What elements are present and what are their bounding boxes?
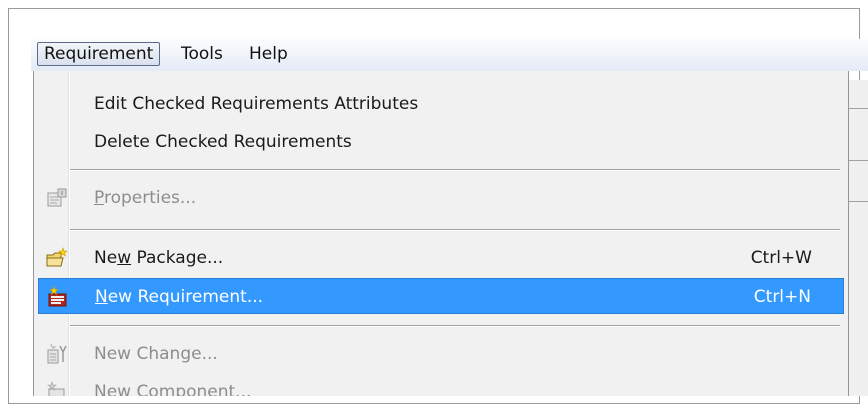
menu-requirement[interactable]: Requirement xyxy=(37,42,161,66)
new-component-icon xyxy=(46,381,68,396)
menu-item-new-change[interactable]: New Change... xyxy=(38,336,844,372)
menu-item-label: Properties... xyxy=(94,188,197,208)
menu-separator xyxy=(70,169,840,171)
background-window-edge xyxy=(849,80,868,396)
menu-item-label: Delete Checked Requirements xyxy=(94,132,352,152)
properties-icon xyxy=(46,187,68,209)
menu-bar: Requirement Tools Help xyxy=(31,39,868,71)
menu-item-new-package[interactable]: New Package... Ctrl+W xyxy=(38,240,844,276)
menu-item-new-component[interactable]: New Component... xyxy=(38,374,844,396)
menu-item-shortcut: Ctrl+W xyxy=(750,248,812,268)
menu-separator xyxy=(70,325,840,327)
screenshot-frame: Requirement Tools Help Edit Checked Requ… xyxy=(8,8,868,404)
menu-separator xyxy=(70,229,840,231)
new-requirement-icon xyxy=(47,285,69,308)
new-change-icon xyxy=(46,343,68,365)
menu-item-new-requirement[interactable]: New Requirement... Ctrl+N xyxy=(38,278,844,314)
requirement-dropdown-menu: Edit Checked Requirements Attributes Del… xyxy=(33,71,849,396)
menu-tools[interactable]: Tools xyxy=(175,42,229,66)
menu-item-label: New Change... xyxy=(94,344,218,364)
menu-item-edit-checked-attributes[interactable]: Edit Checked Requirements Attributes xyxy=(38,86,844,122)
application-window: Requirement Tools Help Edit Checked Requ… xyxy=(31,39,868,396)
new-package-icon xyxy=(46,247,68,269)
menu-item-properties[interactable]: Properties... xyxy=(38,180,844,216)
menu-item-label: New Component... xyxy=(94,382,252,396)
menu-item-delete-checked[interactable]: Delete Checked Requirements xyxy=(38,124,844,160)
menu-item-label: Edit Checked Requirements Attributes xyxy=(94,94,419,114)
menu-item-shortcut: Ctrl+N xyxy=(753,287,811,307)
menu-item-label: New Requirement... xyxy=(95,287,264,307)
menu-help[interactable]: Help xyxy=(243,42,294,66)
menu-item-label: New Package... xyxy=(94,248,224,268)
